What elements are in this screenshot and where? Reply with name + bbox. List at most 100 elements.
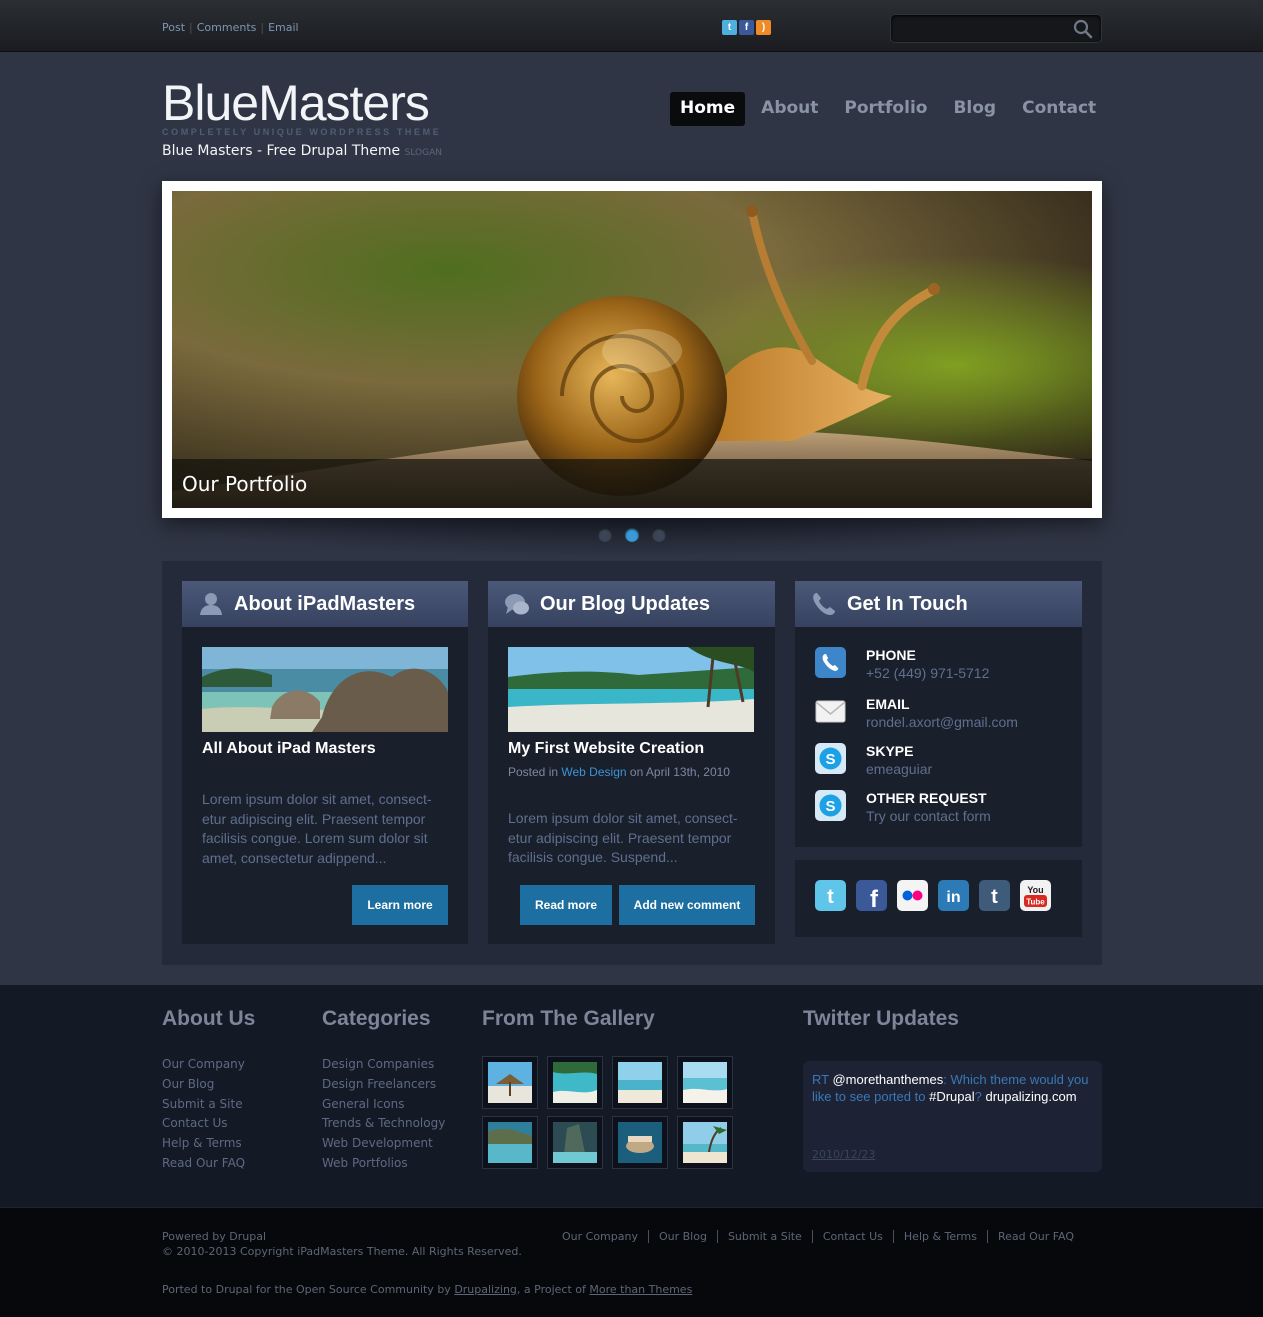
gallery-thumb[interactable] — [677, 1116, 733, 1169]
contact-email: EMAIL rondel.axort@gmail.com — [815, 696, 1018, 730]
category-link[interactable]: Trends & Technology — [322, 1114, 445, 1134]
footer-link[interactable]: Help & Terms — [162, 1134, 255, 1154]
blog-box-title: Our Blog Updates — [540, 592, 711, 615]
nav-home[interactable]: Home — [670, 92, 746, 126]
more-than-themes-link[interactable]: More than Themes — [589, 1283, 692, 1296]
youtube-icon[interactable]: You Tube — [1020, 880, 1051, 911]
bottom-link[interactable]: Read Our FAQ — [986, 1230, 1084, 1243]
about-thumbnail[interactable] — [202, 647, 448, 732]
gallery-thumb[interactable] — [547, 1056, 603, 1109]
site-logo[interactable]: BlueMasters — [162, 74, 430, 132]
contact-box-title: Get In Touch — [847, 592, 968, 615]
twitter-icon[interactable]: t — [722, 20, 737, 35]
skype-icon: S — [815, 790, 846, 821]
footer-about-heading: About Us — [162, 1007, 256, 1030]
slide[interactable]: Our Portfolio — [172, 191, 1092, 508]
twitter-icon[interactable]: t — [815, 880, 846, 911]
tweet-hashtag-link[interactable]: #Drupal — [929, 1089, 975, 1104]
search-icon[interactable] — [1073, 19, 1093, 39]
bottom-link[interactable]: Help & Terms — [892, 1230, 987, 1243]
nav-contact[interactable]: Contact — [1012, 92, 1106, 126]
category-link[interactable]: Web Development — [322, 1134, 445, 1154]
meta-category-link[interactable]: Web Design — [561, 765, 626, 779]
image-slider: Our Portfolio — [162, 181, 1102, 518]
bottom-link[interactable]: Submit a Site — [716, 1230, 812, 1243]
skype-value[interactable]: emeaguiar — [866, 761, 932, 777]
user-icon — [200, 593, 222, 615]
top-link-email[interactable]: Email — [268, 21, 299, 34]
nav-portfolio[interactable]: Portfolio — [834, 92, 937, 126]
top-link-post[interactable]: Post — [162, 21, 185, 34]
facebook-icon[interactable]: f — [739, 20, 754, 35]
bottom-link[interactable]: Contact Us — [811, 1230, 893, 1243]
bottom-link[interactable]: Our Blog — [647, 1230, 717, 1243]
gallery-thumb[interactable] — [482, 1056, 538, 1109]
blog-post-title[interactable]: My First Website Creation — [508, 740, 704, 758]
facebook-icon[interactable]: f — [856, 880, 887, 911]
blog-thumbnail[interactable] — [508, 647, 754, 732]
caption-bar: Our Portfolio — [172, 459, 1092, 508]
phone-value[interactable]: +52 (449) 971-5712 — [866, 665, 989, 681]
read-more-button[interactable]: Read more — [520, 885, 612, 925]
bottom-link[interactable]: Our Company — [562, 1230, 648, 1243]
footer-link[interactable]: Read Our FAQ — [162, 1154, 255, 1174]
site-name: Blue Masters - Free Drupal Theme SLOGAN — [162, 143, 442, 159]
footer-link[interactable]: Our Blog — [162, 1075, 255, 1095]
flickr-icon[interactable] — [897, 880, 928, 911]
footer-link[interactable]: Contact Us — [162, 1114, 255, 1134]
social-box: t f in t You Tube — [795, 860, 1082, 937]
other-request-value[interactable]: Try our contact form — [866, 808, 991, 824]
tweet-url-link[interactable]: drupalizing.com — [985, 1089, 1076, 1104]
category-link[interactable]: Design Companies — [322, 1055, 445, 1075]
slider-dot-1[interactable] — [598, 528, 612, 542]
contact-box: Get In Touch PHONE +52 (449) 971-5712 EM… — [795, 581, 1082, 847]
footer-gallery-heading-wrap: From The Gallery — [482, 1007, 655, 1055]
social-icons: t f in t You Tube — [815, 880, 1051, 911]
learn-more-button[interactable]: Learn more — [352, 885, 448, 925]
tweet-handle-link[interactable]: @morethanthemes — [832, 1072, 943, 1087]
nav-blog[interactable]: Blog — [943, 92, 1006, 126]
gallery-thumb[interactable] — [482, 1116, 538, 1169]
svg-text:S: S — [825, 798, 835, 815]
about-excerpt: Lorem ipsum dolor sit amet, consect-etur… — [202, 791, 432, 866]
svg-text:S: S — [825, 751, 835, 768]
add-comment-button[interactable]: Add new comment — [619, 885, 755, 925]
tumblr-icon[interactable]: t — [979, 880, 1010, 911]
footer-twitter-heading-wrap: Twitter Updates — [803, 1007, 959, 1055]
search-box — [890, 14, 1102, 43]
drupalizing-link[interactable]: Drupalizing — [454, 1283, 517, 1296]
slider-pagination — [598, 528, 666, 542]
slider-dot-3[interactable] — [652, 528, 666, 542]
footer-categories-heading: Categories — [322, 1007, 431, 1030]
footer-link[interactable]: Submit a Site — [162, 1095, 255, 1115]
contact-box-header: Get In Touch — [795, 581, 1082, 627]
email-value[interactable]: rondel.axort@gmail.com — [866, 714, 1018, 730]
footer-about: About Us Our Company Our Blog Submit a S… — [162, 1007, 255, 1174]
search-input[interactable] — [899, 20, 1064, 38]
content-panel: About iPadMasters All About iPad Masters… — [162, 561, 1102, 965]
about-post-title[interactable]: All About iPad Masters — [202, 740, 376, 758]
nav-about[interactable]: About — [751, 92, 828, 126]
gallery-thumb[interactable] — [612, 1116, 668, 1169]
phone-icon — [815, 647, 846, 678]
gallery-thumb[interactable] — [612, 1056, 668, 1109]
contact-skype: S SKYPE emeaguiar — [815, 743, 932, 777]
tweet-card: RT @morethanthemes: Which theme would yo… — [803, 1061, 1102, 1172]
category-link[interactable]: General Icons — [322, 1095, 445, 1115]
rss-icon[interactable]: ) — [756, 20, 771, 35]
slider-dot-2[interactable] — [625, 528, 639, 542]
ported-note: Ported to Drupal for the Open Source Com… — [162, 1283, 692, 1296]
tweet-date[interactable]: 2010/12/23 — [812, 1146, 875, 1163]
gallery-thumb[interactable] — [677, 1056, 733, 1109]
gallery-thumb[interactable] — [547, 1116, 603, 1169]
top-link-comments[interactable]: Comments — [197, 21, 257, 34]
slide-caption[interactable]: Our Portfolio — [182, 472, 307, 496]
footer-categories: Categories Design Companies Design Freel… — [322, 1007, 445, 1174]
category-link[interactable]: Web Portfolios — [322, 1154, 445, 1174]
linkedin-icon[interactable]: in — [938, 880, 969, 911]
footer-gallery-heading: From The Gallery — [482, 1007, 655, 1030]
footer-link[interactable]: Our Company — [162, 1055, 255, 1075]
about-box: About iPadMasters All About iPad Masters… — [182, 581, 468, 944]
category-link[interactable]: Design Freelancers — [322, 1075, 445, 1095]
ported-mid: , a Project of — [516, 1283, 586, 1296]
